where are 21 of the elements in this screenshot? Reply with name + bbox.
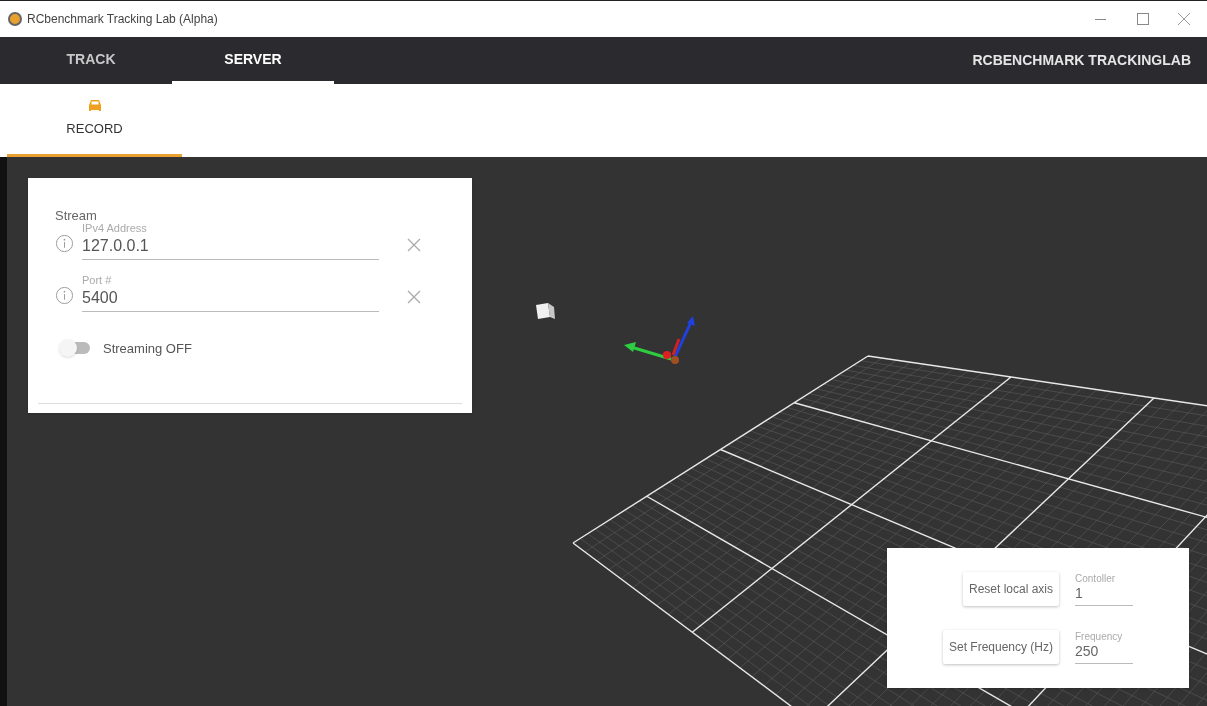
nav-tab[interactable]: TRACK (10, 37, 172, 84)
info-icon (55, 233, 74, 253)
maximize-button[interactable] (1137, 13, 1149, 25)
brand-title: RCBENCHMARK TRACKINGLAB (972, 51, 1191, 70)
info-icon (55, 285, 74, 305)
window-title: RCbenchmark Tracking Lab (Alpha) (27, 11, 218, 28)
stream-label: Stream (55, 209, 98, 222)
streaming-label: Streaming OFF (103, 339, 192, 358)
app-logo-icon (8, 12, 22, 26)
clear-icon[interactable] (407, 237, 421, 252)
text-field[interactable]: IPv4 Address 127.0.0.1 (82, 222, 379, 260)
clear-icon[interactable] (407, 289, 421, 304)
action-button[interactable]: Reset local axis (962, 572, 1059, 606)
action-button[interactable]: Set Frequency (Hz) (942, 630, 1059, 664)
cube-icon (536, 303, 555, 319)
number-field[interactable]: Frequency 250 (1075, 630, 1133, 664)
axes-icon (624, 316, 695, 364)
car-icon (86, 99, 103, 114)
close-button[interactable] (1177, 12, 1191, 26)
text-field[interactable]: Port # 5400 (82, 273, 379, 312)
number-field[interactable]: Contoller 1 (1075, 572, 1133, 606)
